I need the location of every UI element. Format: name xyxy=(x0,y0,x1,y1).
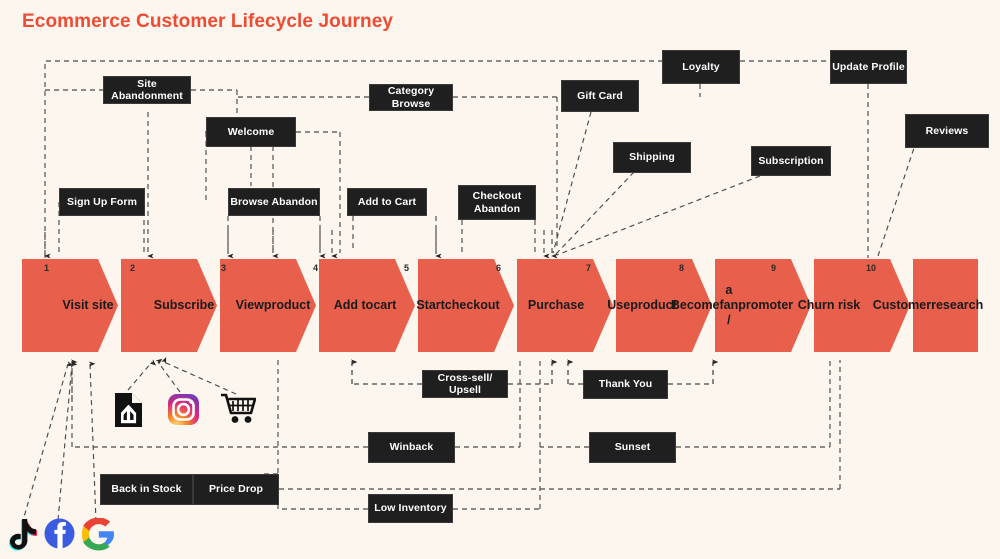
touchpoint-label: Sunset xyxy=(614,441,651,454)
touchpoint-label: Sign Up Form xyxy=(66,195,138,208)
touchpoint-update-profile[interactable]: Update Profile xyxy=(830,50,907,84)
touchpoint-label: Subscription xyxy=(758,154,824,167)
touchpoint-label: Back in Stock xyxy=(111,483,182,496)
stage-number: 5 xyxy=(404,263,410,273)
diagram-canvas: Ecommerce Customer Lifecycle Journey 1 V… xyxy=(0,0,1000,559)
touchpoint-label: Add to Cart xyxy=(357,195,417,208)
touchpoint-welcome[interactable]: Welcome xyxy=(206,117,296,147)
touchpoint-label: Welcome xyxy=(227,125,275,138)
touchpoint-browse-abandon[interactable]: Browse Abandon xyxy=(228,188,320,216)
touchpoint-sunset[interactable]: Sunset xyxy=(589,432,676,463)
tiktok-icon[interactable] xyxy=(6,518,37,551)
touchpoint-price-drop[interactable]: Price Drop xyxy=(193,474,279,505)
facebook-icon[interactable] xyxy=(44,518,75,549)
touchpoint-shipping[interactable]: Shipping xyxy=(613,142,691,173)
touchpoint-low-inventory[interactable]: Low Inventory xyxy=(368,494,453,523)
touchpoint-cross-sell-upsell[interactable]: Cross-sell/ Upsell xyxy=(422,370,508,398)
stage-number: 10 xyxy=(866,263,877,273)
stage-number: 6 xyxy=(496,263,502,273)
touchpoint-site-abandonment[interactable]: Site Abandonment xyxy=(103,76,191,104)
stage-number: 2 xyxy=(130,263,136,273)
touchpoint-winback[interactable]: Winback xyxy=(368,432,455,463)
touchpoint-add-to-cart[interactable]: Add to Cart xyxy=(347,188,427,216)
instagram-icon[interactable] xyxy=(167,393,200,426)
stage-number: 7 xyxy=(586,263,592,273)
touchpoint-label: Category Browse xyxy=(387,85,435,110)
touchpoint-label: Update Profile xyxy=(832,60,905,73)
page-title: Ecommerce Customer Lifecycle Journey xyxy=(22,11,394,32)
touchpoint-thank-you[interactable]: Thank You xyxy=(583,370,668,399)
touchpoint-checkout-abandon[interactable]: Checkout Abandon xyxy=(458,185,536,220)
touchpoint-label: Checkout Abandon xyxy=(472,190,522,215)
touchpoint-label: Site Abandonment xyxy=(111,77,183,102)
touchpoint-back-in-stock[interactable]: Back in Stock xyxy=(100,474,193,505)
touchpoint-reviews[interactable]: Reviews xyxy=(905,114,989,148)
touchpoint-sign-up-form[interactable]: Sign Up Form xyxy=(59,188,145,216)
touchpoint-label: Thank You xyxy=(598,378,653,391)
touchpoint-subscription[interactable]: Subscription xyxy=(751,146,831,176)
shopping-cart-icon[interactable] xyxy=(220,392,256,425)
touchpoint-label: Reviews xyxy=(925,124,969,137)
touchpoint-category-browse[interactable]: Category Browse xyxy=(369,84,453,111)
google-icon[interactable] xyxy=(82,518,115,551)
touchpoint-label: Browse Abandon xyxy=(230,195,318,208)
touchpoint-gift-card[interactable]: Gift Card xyxy=(561,80,639,112)
touchpoint-label: Gift Card xyxy=(577,89,623,102)
touchpoint-label: Low Inventory xyxy=(374,502,447,515)
share-file-icon[interactable] xyxy=(112,391,145,429)
touchpoint-label: Winback xyxy=(389,441,434,454)
touchpoint-loyalty[interactable]: Loyalty xyxy=(662,50,740,84)
touchpoint-label: Cross-sell/ Upsell xyxy=(437,371,493,396)
touchpoint-label: Shipping xyxy=(629,151,675,164)
stage-number: 3 xyxy=(221,263,227,273)
stage-number: 9 xyxy=(771,263,777,273)
stage-number: 1 xyxy=(44,263,50,273)
stage-number: 4 xyxy=(313,263,319,273)
touchpoint-label: Loyalty xyxy=(682,60,720,73)
stage-number: 8 xyxy=(679,263,685,273)
touchpoint-label: Price Drop xyxy=(208,483,264,496)
